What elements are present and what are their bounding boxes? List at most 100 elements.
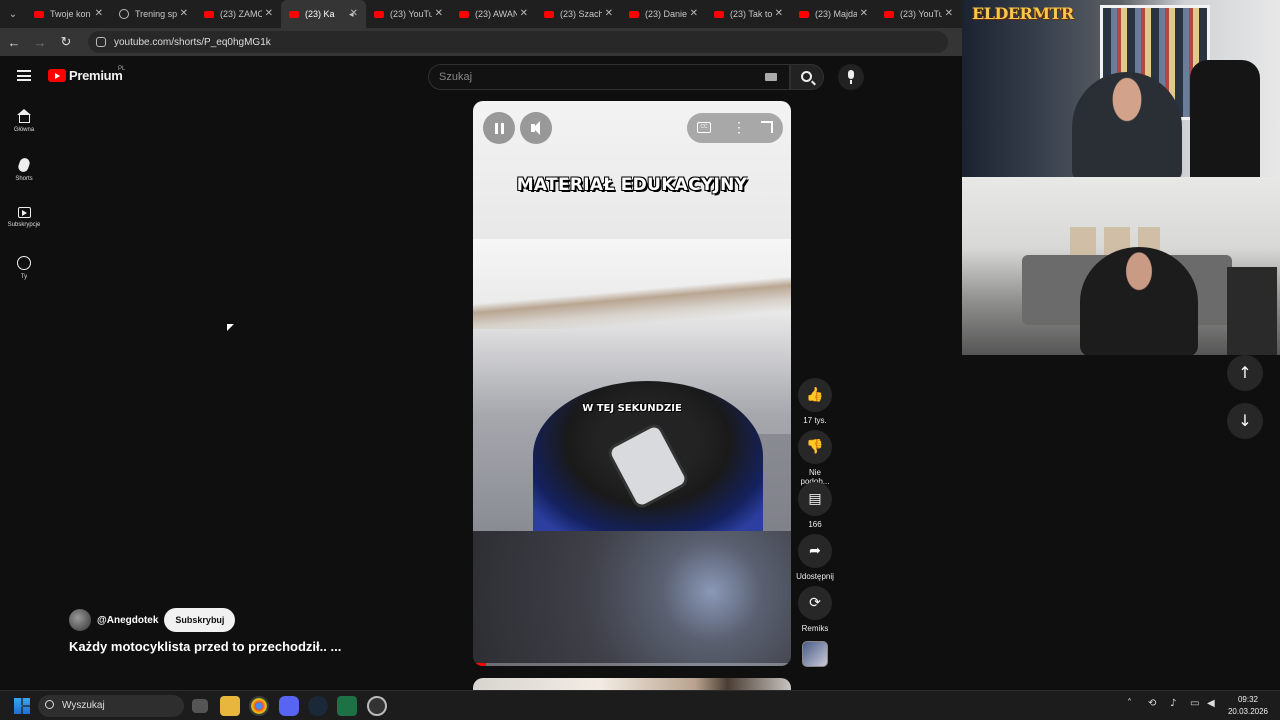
tab-close-icon[interactable]: ✕: [860, 8, 868, 19]
tab-close-icon[interactable]: ✕: [690, 8, 698, 19]
site-info-icon[interactable]: [96, 37, 106, 47]
guest-webcam: [962, 177, 1280, 355]
remix-button[interactable]: ⟳ Remiks: [795, 586, 835, 633]
tray-volume-icon[interactable]: ◀: [1207, 698, 1215, 709]
file-explorer-icon[interactable]: [220, 696, 240, 716]
tab-close-icon[interactable]: ✕: [435, 8, 443, 19]
action-label: Remiks: [801, 624, 829, 633]
tab-close-icon[interactable]: ✕: [180, 8, 188, 19]
youtube-icon: [34, 10, 44, 18]
youtube-icon: [544, 10, 554, 18]
channel-avatar[interactable]: [69, 609, 91, 631]
remix-icon[interactable]: ⟳: [798, 586, 832, 620]
tray-sync-icon[interactable]: ⟲: [1148, 698, 1156, 709]
voice-search-button[interactable]: [838, 64, 864, 90]
webcam-streamer: [1072, 72, 1182, 177]
browser-tab[interactable]: (23) Daniel ✕: [621, 0, 706, 28]
tab-close-icon[interactable]: ✕: [605, 8, 613, 19]
browser-tab[interactable]: (23) AWAN ✕: [451, 0, 536, 28]
webcam-chair-2: [1227, 267, 1277, 355]
windows-start-icon[interactable]: [14, 698, 30, 714]
dislike-icon[interactable]: 👎: [798, 430, 832, 464]
shorts-video-player[interactable]: MATERIAŁ EDUKACYJNY W TEJ SEKUNDZIE CC ⋮: [473, 101, 791, 666]
channel-handle[interactable]: @Anegdotek: [97, 615, 158, 626]
search-button[interactable]: [790, 64, 824, 90]
like-button[interactable]: 👍 17 tys.: [795, 378, 835, 425]
pause-button[interactable]: [483, 112, 515, 144]
tab-title: (23) Tak to: [730, 9, 772, 19]
reload-icon[interactable]: ↻: [54, 34, 78, 50]
share-button[interactable]: ➦ Udostępnij: [795, 534, 835, 581]
browser-tab[interactable]: (23) YouTu ✕: [366, 0, 451, 28]
browser-tab[interactable]: (23) Ka ◂ ✕: [281, 0, 366, 28]
tray-mic-icon[interactable]: ♪: [1170, 698, 1176, 709]
tab-close-icon[interactable]: ✕: [775, 8, 783, 19]
youtube-icon: [374, 10, 384, 18]
mouse-cursor: [227, 324, 234, 331]
next-short-button[interactable]: ↓: [1227, 403, 1263, 439]
tab-close-icon[interactable]: ✕: [265, 8, 273, 19]
tab-close-icon[interactable]: ✕: [520, 8, 528, 19]
excel-icon[interactable]: [337, 696, 357, 716]
action-glyph: ⟳: [809, 595, 821, 611]
browser-tab[interactable]: Trening sp ✕: [111, 0, 196, 28]
guide-item-you[interactable]: Ty: [0, 256, 48, 280]
previous-short-button[interactable]: ↑: [1227, 355, 1263, 391]
video-progress-bar[interactable]: [473, 663, 791, 666]
tab-search-icon[interactable]: ⌄: [0, 0, 26, 28]
action-label: 17 tys.: [803, 416, 827, 425]
subscribe-button[interactable]: Subskrybuj: [164, 608, 236, 632]
search-input[interactable]: Szukaj: [428, 64, 790, 90]
tab-title: (23) YouTu: [390, 9, 432, 19]
obs-icon[interactable]: [367, 696, 387, 716]
like-icon[interactable]: 👍: [798, 378, 832, 412]
video-caption: W TEJ SEKUNDZIE: [582, 403, 682, 414]
captions-icon[interactable]: CC: [697, 122, 711, 133]
steam-icon[interactable]: [308, 696, 328, 716]
discord-icon[interactable]: [279, 696, 299, 716]
taskbar-search-placeholder: Wyszukaj: [62, 700, 105, 711]
back-icon[interactable]: ←: [2, 35, 26, 50]
guide-item-shorts[interactable]: Shorts: [0, 156, 48, 182]
channel-thumbnail[interactable]: [802, 641, 828, 667]
dislike-button[interactable]: 👎Nie podob...: [795, 430, 835, 486]
tab-close-icon[interactable]: ✕: [95, 8, 103, 19]
browser-tab[interactable]: Twoje kon ✕: [26, 0, 111, 28]
taskbar-search[interactable]: Wyszukaj: [38, 695, 184, 717]
tray-network-icon[interactable]: ▭: [1190, 698, 1199, 709]
tab-close-icon[interactable]: ✕: [350, 8, 358, 19]
keyboard-icon[interactable]: [765, 73, 777, 81]
share-icon[interactable]: ➦: [798, 534, 832, 568]
action-glyph: 👎: [806, 439, 824, 455]
more-options-icon[interactable]: ⋮: [732, 120, 746, 134]
you-icon: [17, 256, 31, 270]
guide-item-subscriptions[interactable]: Subskrypcje: [0, 207, 48, 228]
volume-button[interactable]: [520, 112, 552, 144]
browser-tab[interactable]: (23) YouTu ✕: [876, 0, 961, 28]
task-view-icon[interactable]: [192, 699, 208, 713]
next-short-preview[interactable]: [473, 678, 791, 690]
browser-tab[interactable]: (23) ZAMC ✕: [196, 0, 281, 28]
browser-tab[interactable]: (23) Majda ✕: [791, 0, 876, 28]
comment-icon[interactable]: ▤: [798, 482, 832, 516]
tray-chevron-icon[interactable]: ˄: [1127, 698, 1132, 709]
guide-label: Shorts: [15, 176, 33, 182]
fullscreen-icon[interactable]: [761, 121, 773, 133]
short-title[interactable]: Każdy motocyklista przed to przechodził.…: [69, 639, 341, 654]
tab-close-icon[interactable]: ✕: [945, 8, 953, 19]
menu-icon[interactable]: [17, 70, 31, 81]
globe-icon: [119, 9, 129, 19]
address-bar[interactable]: youtube.com/shorts/P_eq0hgMG1k: [88, 31, 948, 53]
forward-icon[interactable]: →: [28, 35, 52, 50]
browser-tab[interactable]: (23) Szach ✕: [536, 0, 621, 28]
webcam-chair: [1190, 60, 1260, 177]
guide-item-home[interactable]: Główna: [0, 109, 48, 133]
guide-label: Ty: [20, 274, 28, 280]
youtube-logo[interactable]: Premium PL: [48, 66, 125, 83]
browser-tab[interactable]: (23) Tak to ✕: [706, 0, 791, 28]
youtube-icon: [289, 10, 299, 18]
comment-button[interactable]: ▤ 166: [795, 482, 835, 529]
action-label: 166: [808, 520, 822, 529]
taskbar-clock[interactable]: 09:32 20.03.2026: [1222, 694, 1274, 718]
chrome-icon[interactable]: [249, 696, 269, 716]
